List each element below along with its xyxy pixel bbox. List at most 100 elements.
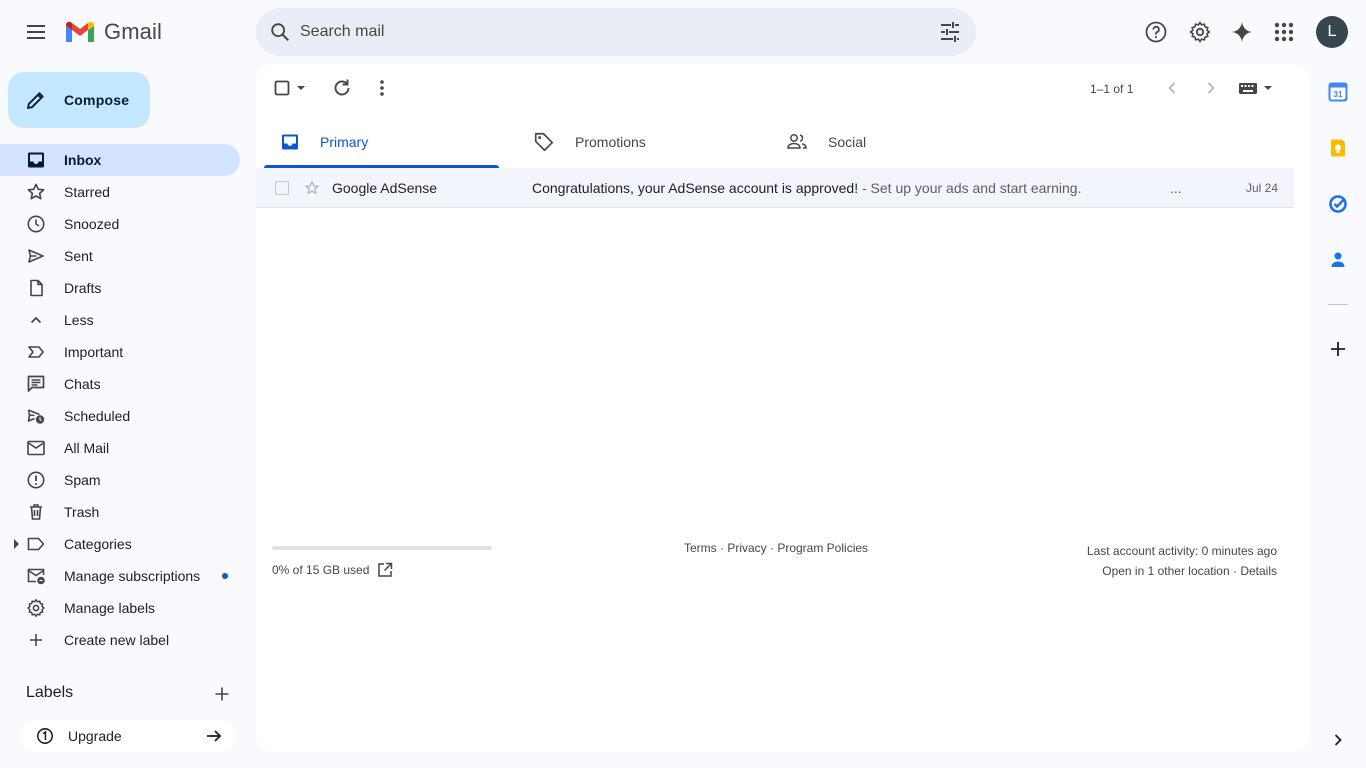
support-button[interactable] (1136, 12, 1176, 52)
people-icon (787, 134, 807, 149)
tab-social[interactable]: Social (770, 116, 1005, 168)
upgrade-icon (37, 728, 53, 744)
apps-grid-icon (1274, 22, 1294, 42)
manage-subscriptions-icon (27, 568, 45, 585)
show-side-panel-button[interactable] (1326, 728, 1350, 752)
expand-arrow-icon[interactable] (14, 539, 19, 549)
compose-button[interactable]: Compose (8, 72, 150, 128)
sidebar-item-manage-labels[interactable]: Manage labels (0, 592, 240, 624)
compose-label: Compose (64, 92, 130, 108)
tasks-icon (1329, 195, 1347, 213)
sidebar-item-manage-subscriptions[interactable]: Manage subscriptions (0, 560, 240, 592)
sidebar-item-less[interactable]: Less (0, 304, 240, 336)
search-options-button[interactable] (938, 20, 962, 44)
sidebar-item-label: All Mail (64, 440, 110, 456)
sidebar-item-spam[interactable]: Spam (0, 464, 240, 496)
storage-progress-bar (272, 546, 492, 550)
help-icon (1145, 21, 1167, 43)
sidebar-item-categories[interactable]: Categories (0, 528, 240, 560)
sidebar-item-sent[interactable]: Sent (0, 240, 240, 272)
app-name: Gmail (104, 19, 162, 44)
manage-storage-button[interactable] (377, 562, 393, 578)
calendar-app-button[interactable]: 31 (1326, 80, 1350, 104)
sidebar-item-starred[interactable]: Starred (0, 176, 240, 208)
tab-label: Social (828, 134, 867, 150)
email-star-button[interactable] (304, 180, 320, 196)
sidebar-item-drafts[interactable]: Drafts (0, 272, 240, 304)
newer-button[interactable] (1160, 76, 1184, 100)
sidebar-item-create-new-label[interactable]: Create new label (0, 624, 240, 656)
email-row[interactable]: Google AdSense Congratulations, your AdS… (256, 168, 1294, 208)
sidebar-item-label: Spam (64, 472, 101, 488)
search-bar[interactable] (256, 8, 976, 56)
sidebar-item-snoozed[interactable]: Snoozed (0, 208, 240, 240)
sidebar-item-important[interactable]: Important (0, 336, 240, 368)
tasks-app-button[interactable] (1326, 192, 1350, 216)
star-icon (305, 181, 319, 194)
other-location-details-link[interactable]: Open in 1 other location · Details (1087, 561, 1277, 581)
sidebar-item-chats[interactable]: Chats (0, 368, 240, 400)
keep-app-button[interactable] (1326, 136, 1350, 160)
sidebar-item-scheduled[interactable]: Scheduled (0, 400, 240, 432)
storage-text: 0% of 15 GB used (272, 563, 370, 577)
label-icon (27, 537, 45, 551)
get-addons-button[interactable] (1326, 337, 1350, 361)
notification-dot (222, 573, 228, 579)
tab-label: Primary (320, 134, 369, 150)
clock-icon (27, 215, 45, 233)
sidebar-item-label: Less (64, 312, 94, 328)
sidebar-item-trash[interactable]: Trash (0, 496, 240, 528)
tab-promotions[interactable]: Promotions (517, 116, 752, 168)
spam-icon (27, 471, 45, 489)
sidebar-item-label: Drafts (64, 280, 102, 296)
pagination-count: 1–1 of 1 (1090, 82, 1134, 96)
settings-button[interactable] (1180, 12, 1220, 52)
important-icon (28, 346, 44, 358)
email-select-checkbox[interactable] (275, 181, 289, 195)
sidebar-item-label: Starred (64, 184, 110, 200)
hamburger-menu-icon (27, 25, 45, 39)
sidebar-item-label: Chats (64, 376, 101, 392)
pencil-icon (27, 92, 44, 109)
keyboard-icon (1239, 83, 1272, 94)
gmail-logo[interactable]: Gmail (64, 18, 162, 46)
star-icon (27, 183, 45, 200)
checkbox-dropdown-icon (274, 80, 305, 96)
add-label-button[interactable] (212, 684, 232, 704)
refresh-button[interactable] (330, 76, 354, 100)
contacts-app-button[interactable] (1326, 248, 1350, 272)
plus-icon (30, 634, 42, 646)
sidebar-item-inbox[interactable]: Inbox (0, 144, 240, 176)
svg-text:31: 31 (1334, 90, 1343, 99)
sparkle-icon (1232, 22, 1252, 42)
gemini-button[interactable] (1222, 12, 1262, 52)
sidebar-item-all-mail[interactable]: All Mail (0, 432, 240, 464)
email-snippet: - Set up your ads and start earning. (858, 180, 1082, 196)
input-tools-button[interactable] (1238, 76, 1274, 100)
main-menu-button[interactable] (16, 12, 56, 52)
upgrade-button[interactable]: Upgrade (20, 720, 236, 752)
sidebar-item-label: Create new label (64, 632, 170, 648)
account-avatar[interactable]: L (1316, 16, 1348, 48)
sidebar-item-label: Snoozed (64, 216, 120, 232)
rail-divider (1328, 304, 1348, 305)
gear-icon (1189, 21, 1211, 43)
tab-primary[interactable]: Primary (264, 116, 499, 168)
more-options-button[interactable] (370, 76, 394, 100)
plus-icon (1331, 342, 1345, 356)
footer-links[interactable]: Terms · Privacy · Program Policies (684, 541, 868, 555)
gmail-m-icon (66, 21, 94, 42)
google-apps-button[interactable] (1264, 12, 1304, 52)
select-all-checkbox[interactable] (274, 76, 310, 100)
search-input[interactable] (300, 23, 920, 41)
older-button[interactable] (1199, 76, 1223, 100)
category-tabs: Primary Promotions Social (264, 116, 1294, 168)
sidebar-item-label: Categories (64, 536, 132, 552)
search-button[interactable] (256, 8, 304, 56)
gear-icon (27, 599, 45, 617)
search-icon (271, 23, 289, 41)
email-date: Jul 24 (1245, 181, 1278, 195)
all-mail-icon (27, 440, 45, 456)
sidebar-nav: Inbox Starred Snoozed Sent Drafts Less I… (0, 144, 256, 656)
email-subject-snippet: Congratulations, your AdSense account is… (532, 180, 1081, 196)
